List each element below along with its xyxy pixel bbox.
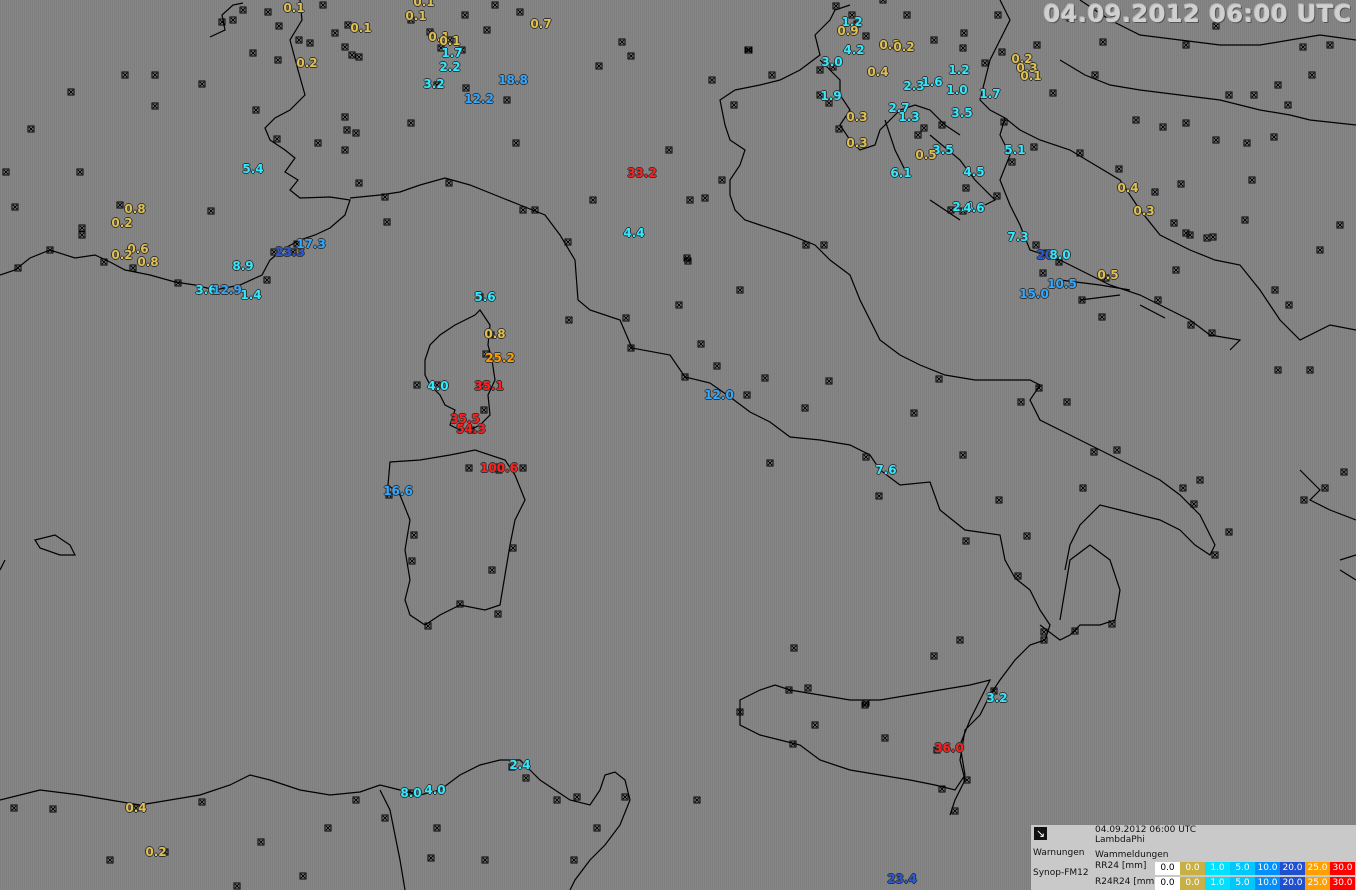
legend-scale-cell: 10.0 — [1255, 877, 1280, 890]
legend-scale-cell: 10.0 — [1255, 862, 1280, 875]
precip-value: 0.2 — [145, 845, 167, 859]
weather-map[interactable] — [0, 0, 1356, 890]
precip-value: 0.4 — [1117, 181, 1139, 195]
precip-value: 8.0 — [1049, 248, 1071, 262]
precip-value: 1.7 — [979, 87, 1001, 101]
legend-scale-cell: 1.0 — [1205, 862, 1230, 875]
legend-scale-cell: 20.0 — [1280, 877, 1305, 890]
map-background — [0, 0, 1356, 890]
legend-scale-cell: 5.0 — [1230, 877, 1255, 890]
legend-warn-reports-label: Wammeldungen — [1095, 850, 1169, 860]
legend-scale-cell: 1.0 — [1205, 877, 1230, 890]
precip-value: 8.0 — [400, 786, 422, 800]
legend-model: LambdaPhi — [1095, 835, 1145, 845]
precip-value: 1.9 — [820, 89, 842, 103]
precip-value: 0.9 — [837, 24, 859, 38]
precip-value: 1.3 — [898, 110, 920, 124]
legend-source-label: Synop-FM12 — [1033, 868, 1089, 878]
precip-value: 0.4 — [867, 65, 889, 79]
precip-value: 0.8 — [124, 202, 146, 216]
precip-value: 3.2 — [423, 77, 445, 91]
legend-row-label: R24R24 [mm] — [1095, 877, 1158, 887]
legend-scale-cell: 25.0 — [1305, 862, 1330, 875]
precip-value: 4.2 — [843, 43, 865, 57]
precip-value: 0.3 — [846, 110, 868, 124]
precip-value: 15.0 — [1019, 287, 1049, 301]
precip-value: 7.3 — [1007, 230, 1029, 244]
precip-value: 5.6 — [474, 290, 496, 304]
precip-value: 2.2 — [439, 60, 461, 74]
legend-scale-cell: 0.0 — [1180, 877, 1205, 890]
precip-value: 54.3 — [456, 422, 486, 436]
precip-value: 0.2 — [893, 40, 915, 54]
precip-value: 0.5 — [915, 148, 937, 162]
legend-scale-cell: 5.0 — [1230, 862, 1255, 875]
precip-value: 5.4 — [242, 162, 264, 176]
precip-value: 4.4 — [623, 226, 645, 240]
precip-value: 1.6 — [921, 75, 943, 89]
legend-panel: ↘ 04.09.2012 06:00 UTC LambdaPhi Warnung… — [1031, 825, 1356, 890]
precip-value: 4.0 — [424, 783, 446, 797]
precip-value: 4.0 — [427, 379, 449, 393]
precip-value: 23.4 — [887, 872, 917, 886]
legend-scale-cell: 0.0 — [1155, 877, 1180, 890]
precip-value: 2.4 — [509, 758, 531, 772]
legend-scale-cell: 0.0 — [1180, 862, 1205, 875]
precip-value: 3.5 — [951, 106, 973, 120]
precip-value: 0.3 — [846, 136, 868, 150]
precip-value: 0.2 — [111, 248, 133, 262]
legend-scale-cell: 0.0 — [1155, 862, 1180, 875]
legend-scale-cell: 20.0 — [1280, 862, 1305, 875]
precip-value: 7.6 — [875, 463, 897, 477]
arrow-icon[interactable]: ↘ — [1034, 827, 1047, 840]
precip-value: 36.0 — [934, 741, 964, 755]
precip-value: 25.2 — [485, 351, 515, 365]
precip-value: 1.2 — [948, 63, 970, 77]
precip-value: 12.0 — [704, 388, 734, 402]
precip-value: 1.4 — [240, 288, 262, 302]
precip-value: 0.1 — [283, 1, 305, 15]
legend-scale-cell: 30.0 — [1330, 862, 1355, 875]
legend-warnings-label: Warnungen — [1033, 848, 1085, 858]
precip-value: 5.1 — [1004, 143, 1026, 157]
precip-value: 0.1 — [350, 21, 372, 35]
precip-value: 6.1 — [890, 166, 912, 180]
precip-value: 0.4 — [125, 801, 147, 815]
precip-value: 0.8 — [137, 255, 159, 269]
precip-value: 0.1 — [413, 0, 435, 9]
legend-scale-cell: 30.0 — [1330, 877, 1355, 890]
precip-value: 0.2 — [111, 216, 133, 230]
precip-value: 17.3 — [296, 237, 326, 251]
precip-value: 100.6 — [480, 461, 518, 475]
precip-value: 18.8 — [498, 73, 528, 87]
precip-value: 1.7 — [441, 46, 463, 60]
precip-value: 0.1 — [405, 9, 427, 23]
precip-value: 0.7 — [530, 17, 552, 31]
legend-scale-cell: 25.0 — [1305, 877, 1330, 890]
precip-value: 0.5 — [1097, 268, 1119, 282]
precip-value: 0.2 — [296, 56, 318, 70]
precip-value: 0.1 — [1020, 69, 1042, 83]
precip-value: 12.2 — [464, 92, 494, 106]
precip-value: 10.5 — [1047, 277, 1077, 291]
precip-value: 12.9 — [212, 283, 242, 297]
precip-value: 35.1 — [474, 379, 504, 393]
legend-row-label: RR24 [mm] — [1095, 861, 1147, 871]
precip-value: 4.6 — [963, 201, 985, 215]
precip-value: 1.0 — [946, 83, 968, 97]
precip-value: 33.2 — [627, 166, 657, 180]
precip-value: 16.6 — [383, 484, 413, 498]
precip-value: 3.2 — [986, 691, 1008, 705]
precip-value: 3.0 — [821, 55, 843, 69]
precip-value: 0.8 — [484, 327, 506, 341]
precip-value: 0.3 — [1133, 204, 1155, 218]
precip-value: 8.9 — [232, 259, 254, 273]
map-timestamp: 04.09.2012 06:00 UTC — [1043, 0, 1352, 28]
precip-value: 4.5 — [963, 165, 985, 179]
